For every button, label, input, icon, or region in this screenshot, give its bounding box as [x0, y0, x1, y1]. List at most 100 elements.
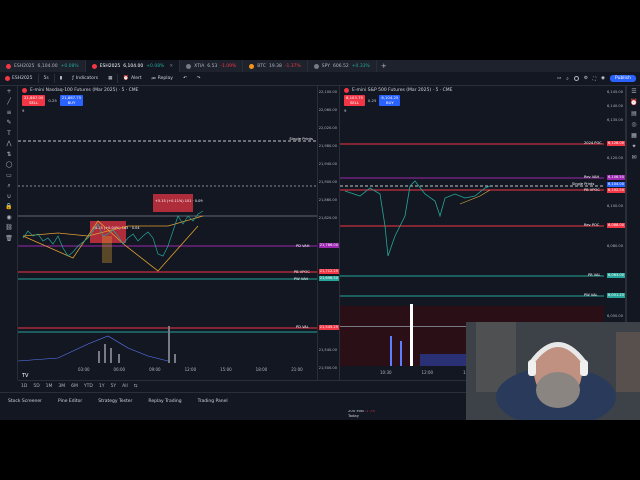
zoom-icon[interactable]: ⌕ [0, 181, 18, 192]
tf-5y[interactable]: 5Y [108, 384, 120, 389]
hotlist-icon[interactable]: ◎ [627, 119, 640, 130]
replay-icon: ⏮ [151, 76, 156, 82]
undo-icon[interactable]: ↶ [178, 72, 192, 86]
tab-1[interactable]: ESH2025 6,104.00 +0.08% [0, 60, 86, 72]
interval-button[interactable]: 5s [39, 72, 54, 86]
price-tag: 6,051.25 [606, 293, 625, 298]
camera-icon[interactable]: ◉ [601, 76, 605, 81]
ideas-icon[interactable]: ✦ [627, 141, 640, 152]
trash-icon[interactable]: 🗑 [0, 233, 18, 244]
tf-1m[interactable]: 1M [43, 384, 56, 389]
pane1-x-axis: 03:00 06:00 09:00 12:00 15:00 18:00 21:0… [78, 367, 303, 372]
close-icon[interactable]: ✕ [169, 64, 173, 69]
pattern-icon[interactable]: ⋀ [0, 139, 18, 150]
toggle-icon[interactable] [573, 76, 579, 81]
tab-3[interactable]: XTIA 6.53 -1.09% [180, 60, 244, 72]
tab-5[interactable]: SPY 606.52 +0.33% [308, 60, 377, 72]
data-window-icon[interactable]: ▤ [627, 108, 640, 119]
tf-ytd[interactable]: YTD [81, 384, 96, 389]
publish-button[interactable]: Publish [609, 75, 636, 82]
x-label: 12:00 [421, 370, 434, 375]
pane2-count: 9 [344, 108, 347, 113]
shapes-icon[interactable]: ◯ [0, 160, 18, 171]
watchlist-icon[interactable]: ☰ [627, 86, 640, 97]
sell-label: SELL [349, 99, 359, 105]
magnet-icon[interactable]: ∪ [0, 191, 18, 202]
brush-icon[interactable]: ✎ [0, 118, 18, 129]
tab-label: BTC [257, 63, 266, 69]
toolbar-right: ▭ ⌕ ⚙ ⛶ ◉ Publish [557, 75, 640, 82]
lock-icon[interactable]: 🔒 [0, 202, 18, 213]
tab-2[interactable]: ESH2025 6,104.00 +0.08% ✕ [85, 60, 181, 72]
tf-3m[interactable]: 3M [55, 384, 68, 389]
redo-icon[interactable]: ↷ [192, 72, 206, 86]
ruler-icon[interactable]: ▭ [0, 170, 18, 181]
tf-1d[interactable]: 1D [18, 384, 30, 389]
eye-icon[interactable]: ◉ [0, 212, 18, 223]
symbol-dot-icon [5, 76, 10, 81]
symbol-dot-icon [91, 63, 97, 69]
pane1-title[interactable]: E-mini Nasdaq-100 Futures (Mar 2025) · 5… [22, 88, 139, 93]
tf-5d[interactable]: 5D [30, 384, 42, 389]
tab-stock-screener[interactable]: Stock Screener [0, 399, 50, 404]
pane2-sell-button[interactable]: 6,103.75 SELL [344, 95, 365, 106]
crosshair-icon[interactable]: + [0, 86, 18, 97]
settings-icon[interactable]: ⚙ [584, 76, 588, 81]
replay-button[interactable]: ⏮ Replay [147, 72, 178, 86]
tab-4[interactable]: BTC 19.38 -1.37% [243, 60, 308, 72]
fullscreen-icon[interactable]: ⛶ [593, 76, 596, 82]
tab-pine-editor[interactable]: Pine Editor [50, 399, 90, 404]
tab-value: 606.52 [333, 63, 349, 69]
link-icon[interactable]: ⛓ [0, 223, 18, 234]
pane1-price-scale[interactable]: 22,100.00 22,060.00 22,020.00 21,980.00 … [318, 86, 340, 380]
price-label: 22,020.00 [318, 126, 337, 130]
pane2-title[interactable]: E-mini S&P 500 Futures (Mar 2025) · 5 · … [344, 88, 452, 93]
symbol-search-button[interactable]: ESH2025 [0, 72, 38, 86]
price-tag: 6,102.50 [606, 188, 625, 193]
tab-value: 6,104.00 [123, 63, 144, 69]
symbol-dot-icon [186, 63, 192, 69]
tab-value: 6,104.00 [37, 63, 58, 69]
tab-change: -1.09% [220, 63, 237, 69]
tab-trading-panel[interactable]: Trading Panel [190, 399, 236, 404]
price-label: 21,980.00 [318, 144, 337, 148]
tab-value: 19.38 [268, 63, 282, 69]
fib-icon[interactable]: ≡ [0, 107, 18, 118]
replay-label: Replay [157, 76, 173, 81]
single-prints-label: Single Prints [572, 182, 595, 186]
add-tab-icon[interactable]: + [377, 62, 391, 70]
forecast-icon[interactable]: ⇅ [0, 149, 18, 160]
chart-pane-nasdaq[interactable]: +8.25 (+0.04%) 165 · 0.04 +5.15 (+0.11%)… [18, 86, 318, 380]
price-tag: 21,696.50 [318, 276, 339, 281]
tf-all[interactable]: All [119, 384, 131, 389]
price-label: 22,060.00 [318, 108, 337, 112]
pane1-buy-button[interactable]: 21,867.75 BUY [59, 95, 84, 106]
chat-icon[interactable]: ✉ [627, 152, 640, 163]
goto-date-icon[interactable]: ⇆ [131, 384, 141, 389]
calendar-icon[interactable]: ▦ [627, 130, 640, 141]
layout-grid-icon[interactable]: ▭ [557, 76, 561, 81]
symbol-dot-icon [22, 88, 27, 93]
text-icon[interactable]: T [0, 128, 18, 139]
tab-replay-trading[interactable]: Replay Trading [140, 399, 189, 404]
tf-6m[interactable]: 6M [68, 384, 81, 389]
tf-1y[interactable]: 1Y [96, 384, 108, 389]
alerts-icon[interactable]: ⏰ [627, 97, 640, 108]
price-tag: 21,712.25 [318, 269, 339, 274]
interval-label: 5s [43, 76, 49, 81]
drawing-toolbar: + ╱ ≡ ✎ T ⋀ ⇅ ◯ ▭ ⌕ ∪ 🔒 ◉ ⛓ 🗑 [0, 86, 18, 380]
price-label: 6,145.00 [606, 90, 623, 94]
search-icon[interactable]: ⌕ [566, 76, 569, 82]
pane2-buy-button[interactable]: 6,104.25 BUY [379, 95, 401, 106]
alarm-icon: ⏰ [123, 76, 129, 81]
price-label: 6,135.00 [606, 118, 623, 122]
trendline-icon[interactable]: ╱ [0, 97, 18, 108]
indicators-button[interactable]: ƒ Indicators [67, 72, 103, 86]
tab-strategy-tester[interactable]: Strategy Tester [90, 399, 140, 404]
x-label: 21:00 [291, 367, 303, 372]
alert-button[interactable]: ⏰ Alert [118, 72, 146, 86]
pw-vah-label: PW VAH [294, 277, 309, 281]
pane1-sell-button[interactable]: 21,867.00 SELL [22, 95, 46, 106]
layout-icon[interactable]: ▦ [103, 72, 117, 86]
chart-type-icon[interactable]: ▮ [55, 72, 67, 86]
